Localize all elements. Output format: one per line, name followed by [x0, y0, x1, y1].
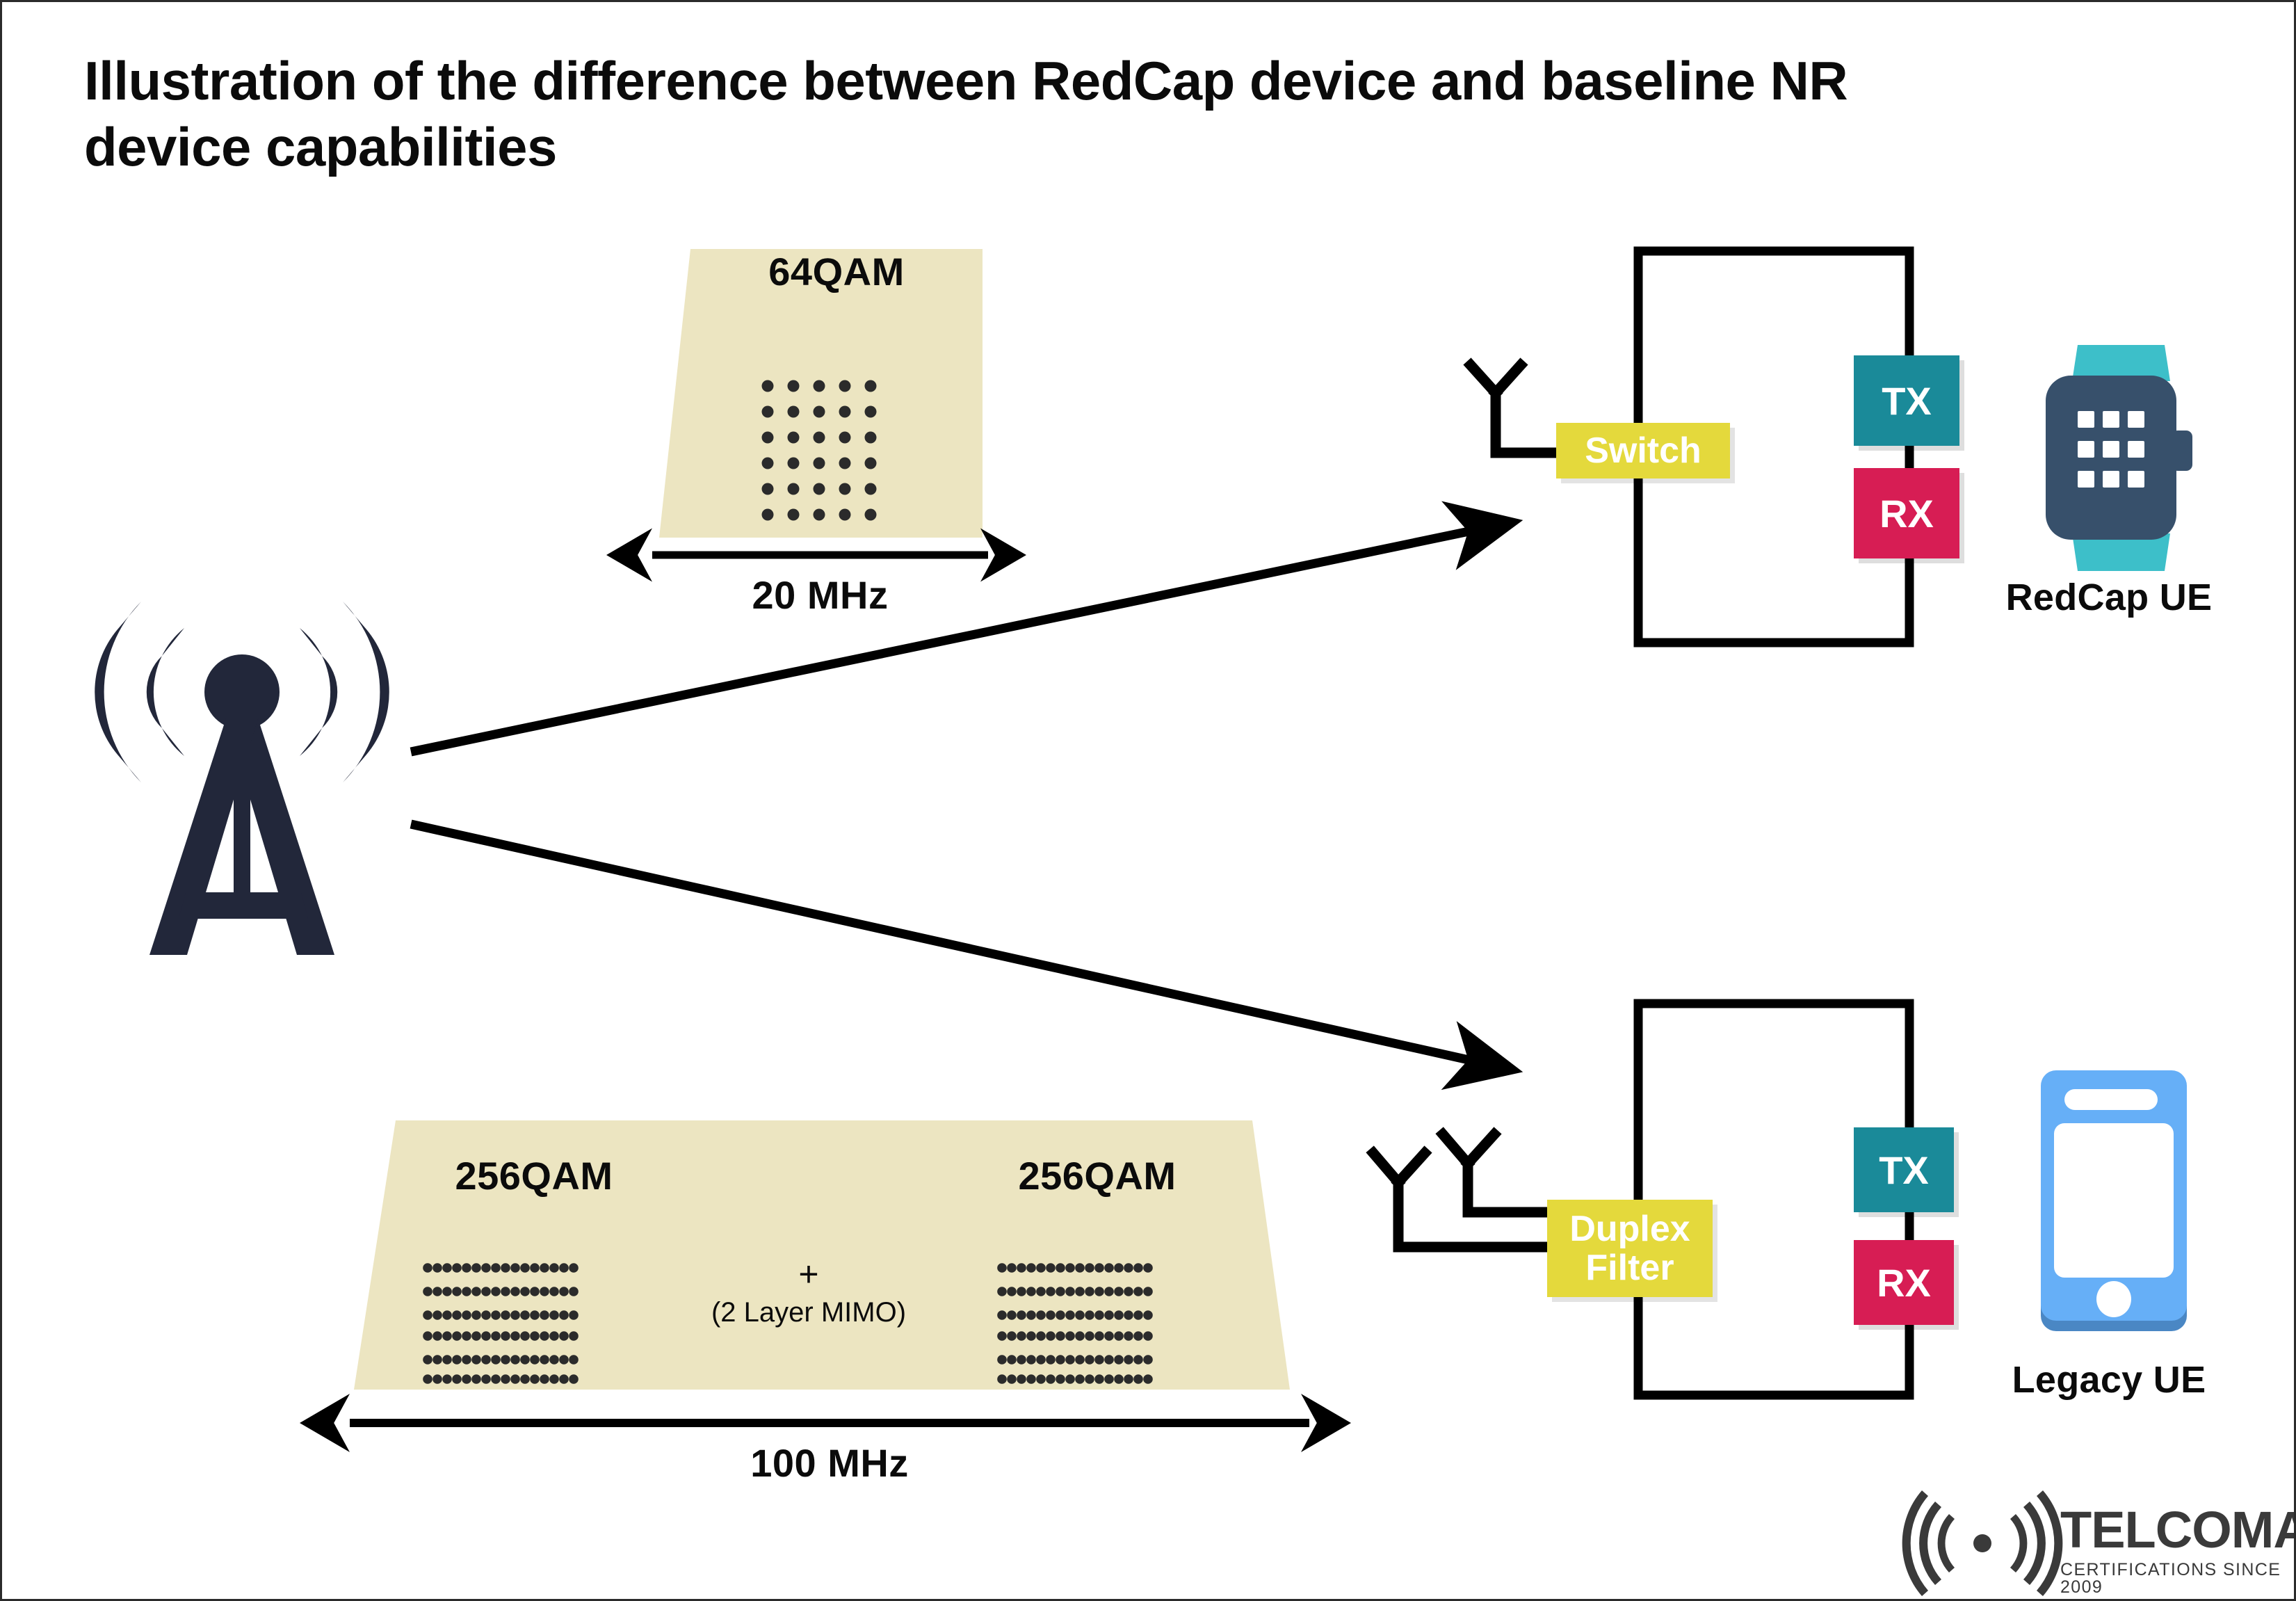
smartphone-icon: [2041, 1070, 2187, 1331]
legacy-qam-label-right: 256QAM: [1018, 1154, 1177, 1198]
arrow-to-legacy: [410, 819, 1523, 1091]
redcap-bandwidth-label: 20 MHz: [752, 573, 889, 617]
mimo-note-label: (2 Layer MIMO): [711, 1297, 907, 1328]
legacy-rx-block[interactable]: RX: [1854, 1240, 1954, 1325]
switch-block[interactable]: Switch: [1556, 423, 1730, 478]
page-title: Illustration of the difference between R…: [84, 50, 1848, 178]
smartwatch-icon: [2046, 345, 2192, 571]
duplex-filter-block[interactable]: Duplex Filter: [1547, 1200, 1713, 1297]
logo-tagline-text: CERTIFICATIONS SINCE 2009: [2060, 1560, 2281, 1597]
legacy-qam-label-left: 256QAM: [455, 1154, 613, 1198]
diagram-vector-layer: [95, 246, 2192, 1596]
radio-wave-icon: [1902, 1490, 2063, 1596]
redcap-qam-label: 64QAM: [768, 250, 905, 293]
redcap-antenna-icon: [1463, 357, 1562, 458]
legacy-tx-block[interactable]: TX: [1854, 1127, 1954, 1212]
logo-brand-text: TELCOMA: [2060, 1501, 2296, 1559]
tower-icon: [95, 602, 389, 955]
legacy-bandwidth-label: 100 MHz: [750, 1441, 909, 1485]
legacy-ue-label: Legacy UE: [2012, 1359, 2206, 1401]
legacy-antenna-icon-2: [1435, 1127, 1567, 1218]
duplex-filter-line2: Filter: [1585, 1248, 1674, 1288]
redcap-rx-block[interactable]: RX: [1854, 468, 1959, 558]
redcap-tx-block[interactable]: TX: [1854, 355, 1959, 446]
diagram-canvas: Illustration of the difference between R…: [0, 0, 2296, 1601]
mimo-plus-label: +: [798, 1255, 819, 1294]
duplex-filter-line1: Duplex: [1569, 1208, 1690, 1249]
telcoma-logo: TELCOMA CERTIFICATIONS SINCE 2009: [2053, 1501, 2296, 1597]
redcap-ue-label: RedCap UE: [2005, 577, 2213, 618]
